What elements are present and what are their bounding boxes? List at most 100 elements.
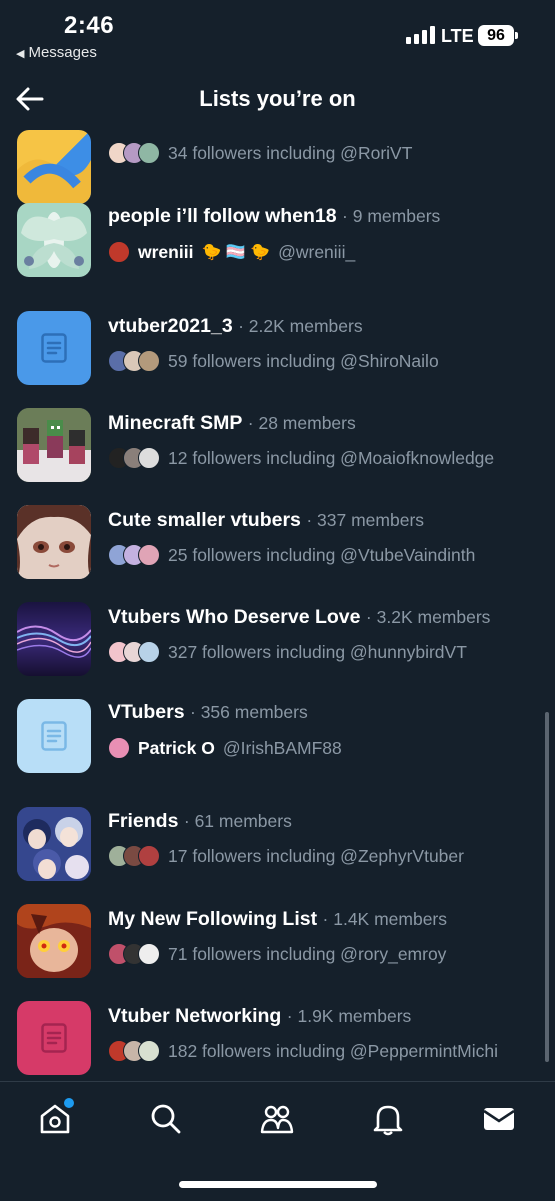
list-item[interactable]: vtuber2021_3 · 2.2K members 59 followers… bbox=[0, 309, 555, 406]
list-item[interactable]: VTubers · 356 members Patrick O @IrishBA… bbox=[0, 697, 555, 794]
list-thumbnail bbox=[17, 203, 91, 277]
list-thumbnail bbox=[17, 130, 91, 204]
avatar bbox=[138, 1040, 160, 1062]
avatar bbox=[138, 350, 160, 372]
page-title: Lists you’re on bbox=[199, 86, 356, 111]
list-title-row: VTubers · 356 members bbox=[108, 701, 308, 723]
list-member-count: 337 members bbox=[317, 510, 425, 530]
follower-avatars bbox=[108, 1040, 160, 1062]
list-item[interactable]: Friends · 61 members 17 followers includ… bbox=[0, 805, 555, 902]
list-member-count: 3.2K members bbox=[376, 607, 491, 627]
list-thumbnail bbox=[17, 904, 91, 978]
list-icon bbox=[41, 333, 67, 363]
avatar bbox=[138, 447, 160, 469]
back-app-label: Messages bbox=[28, 44, 97, 61]
follower-avatars bbox=[108, 350, 160, 372]
follower-avatars bbox=[108, 544, 160, 566]
messages-icon[interactable] bbox=[482, 1102, 516, 1136]
battery-icon: 96 bbox=[478, 25, 518, 46]
avatar bbox=[108, 241, 130, 263]
list-subtitle: 71 followers including @rory_emroy bbox=[168, 943, 447, 964]
list-owner-handle: @IrishBAMF88 bbox=[222, 737, 342, 758]
list-subtitle-row: Patrick O @IrishBAMF88 bbox=[108, 737, 342, 759]
network-label: LTE bbox=[441, 26, 474, 46]
list-owner-name: wreniii bbox=[138, 241, 194, 262]
list-title-row: My New Following List · 1.4K members bbox=[108, 908, 448, 930]
page-header: Lists you’re on bbox=[0, 74, 555, 126]
status-time: 2:46 bbox=[64, 12, 115, 39]
list-name: My New Following List bbox=[108, 908, 318, 930]
list-subtitle: 25 followers including @VtubeVaindinth bbox=[168, 544, 476, 565]
list-item[interactable]: Vtubers Who Deserve Love · 3.2K members … bbox=[0, 600, 555, 697]
list-icon bbox=[41, 1023, 67, 1053]
list-member-count: 28 members bbox=[258, 413, 356, 433]
list-owner-name: Patrick O bbox=[138, 737, 215, 758]
list-member-count: 356 members bbox=[200, 702, 308, 722]
list-subtitle-row: 25 followers including @VtubeVaindinth bbox=[108, 544, 475, 566]
list-thumbnail bbox=[17, 699, 91, 773]
follower-avatars bbox=[108, 943, 160, 965]
back-to-app-link[interactable]: ◀ Messages bbox=[16, 44, 97, 61]
list-subtitle-row: 71 followers including @rory_emroy bbox=[108, 943, 446, 965]
lists-feed: 34 followers including @RoriVT people i’… bbox=[0, 126, 555, 1081]
list-item[interactable]: Minecraft SMP · 28 members 12 followers … bbox=[0, 406, 555, 503]
avatar bbox=[138, 845, 160, 867]
list-name: VTubers bbox=[108, 701, 185, 723]
list-title-row: vtuber2021_3 · 2.2K members bbox=[108, 315, 363, 337]
list-subtitle-row: 59 followers including @ShiroNailo bbox=[108, 350, 439, 372]
list-title-row: people i’ll follow when18 · 9 members bbox=[108, 205, 441, 227]
scrollbar[interactable] bbox=[545, 712, 549, 1062]
list-title-row: Minecraft SMP · 28 members bbox=[108, 412, 356, 434]
list-thumbnail bbox=[17, 505, 91, 579]
owner-emojis: 🐤 🏳️‍⚧️ 🐤 bbox=[201, 244, 271, 261]
list-thumbnail bbox=[17, 807, 91, 881]
list-name: Vtuber Networking bbox=[108, 1005, 282, 1027]
list-icon bbox=[41, 721, 67, 751]
list-subtitle: 12 followers including @Moaiofknowledge bbox=[168, 447, 495, 468]
list-item[interactable]: Cute smaller vtubers · 337 members 25 fo… bbox=[0, 503, 555, 600]
list-item[interactable]: Vtuber Networking · 1.9K members 182 fol… bbox=[0, 999, 555, 1081]
list-title-row: Friends · 61 members bbox=[108, 810, 292, 832]
list-title-row: Vtuber Networking · 1.9K members bbox=[108, 1005, 412, 1027]
avatar bbox=[108, 737, 130, 759]
list-subtitle-row: 34 followers including @RoriVT bbox=[108, 142, 412, 164]
list-name: people i’ll follow when18 bbox=[108, 205, 337, 227]
list-subtitle-row: 12 followers including @Moaiofknowledge bbox=[108, 447, 494, 469]
bottom-tab-bar bbox=[0, 1081, 555, 1201]
list-item[interactable]: 34 followers including @RoriVT bbox=[0, 126, 555, 204]
list-subtitle: 34 followers including @RoriVT bbox=[168, 142, 413, 163]
list-subtitle-row: 327 followers including @hunnybirdVT bbox=[108, 641, 467, 663]
list-member-count: 9 members bbox=[352, 206, 441, 226]
list-member-count: 61 members bbox=[194, 811, 292, 831]
owner-avatar bbox=[108, 241, 130, 263]
list-subtitle: 59 followers including @ShiroNailo bbox=[168, 350, 439, 371]
avatar bbox=[138, 544, 160, 566]
list-subtitle-row: 17 followers including @ZephyrVtuber bbox=[108, 845, 464, 867]
list-thumbnail bbox=[17, 1001, 91, 1075]
list-subtitle: 182 followers including @PeppermintMichi bbox=[168, 1040, 499, 1061]
list-subtitle-row: 182 followers including @PeppermintMichi bbox=[108, 1040, 498, 1062]
list-name: Minecraft SMP bbox=[108, 412, 243, 434]
list-owner-handle: @wreniii_ bbox=[278, 241, 356, 262]
list-item[interactable]: people i’ll follow when18 · 9 members wr… bbox=[0, 201, 555, 298]
list-name: vtuber2021_3 bbox=[108, 315, 233, 337]
list-thumbnail bbox=[17, 311, 91, 385]
avatar bbox=[138, 943, 160, 965]
follower-avatars bbox=[108, 641, 160, 663]
search-icon[interactable] bbox=[149, 1102, 183, 1136]
list-title-row: Cute smaller vtubers · 337 members bbox=[108, 509, 425, 531]
follower-avatars bbox=[108, 845, 160, 867]
list-thumbnail bbox=[17, 408, 91, 482]
home-notification-dot bbox=[62, 1096, 76, 1110]
list-name: Vtubers Who Deserve Love bbox=[108, 606, 361, 628]
list-item[interactable]: My New Following List · 1.4K members 71 … bbox=[0, 902, 555, 999]
follower-avatars bbox=[108, 447, 160, 469]
list-name: Friends bbox=[108, 810, 179, 832]
owner-avatar bbox=[108, 737, 130, 759]
communities-icon[interactable] bbox=[260, 1102, 294, 1136]
notifications-icon[interactable] bbox=[371, 1102, 405, 1136]
home-indicator[interactable] bbox=[179, 1181, 377, 1188]
list-subtitle: 327 followers including @hunnybirdVT bbox=[168, 641, 467, 662]
avatar bbox=[138, 142, 160, 164]
list-member-count: 2.2K members bbox=[248, 316, 363, 336]
